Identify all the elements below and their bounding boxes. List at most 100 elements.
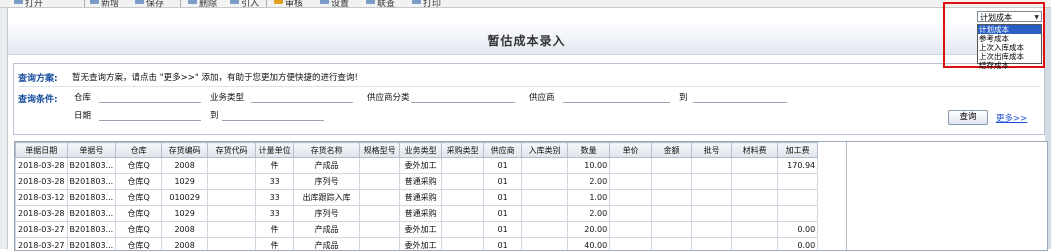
table-cell[interactable]: B201803... <box>67 158 116 174</box>
table-cell[interactable]: 仓库Q <box>116 174 162 190</box>
table-cell[interactable] <box>652 158 692 174</box>
table-cell[interactable]: 33 <box>256 174 294 190</box>
column-header[interactable]: 单价 <box>610 143 652 158</box>
column-header[interactable]: 批号 <box>692 143 732 158</box>
table-cell[interactable] <box>522 158 568 174</box>
table-cell[interactable]: 1029 <box>162 174 208 190</box>
table-cell[interactable]: 普通采购 <box>400 190 442 206</box>
table-cell[interactable]: 33 <box>256 190 294 206</box>
table-cell[interactable]: 委外加工 <box>400 158 442 174</box>
table-row[interactable]: 2018-03-12B201803...仓库Q010029 33出库跟踪入库 普通采… <box>16 190 818 206</box>
toolbar-delete-button[interactable]: 删除 <box>188 0 217 6</box>
table-cell[interactable]: 2.00 <box>568 206 610 222</box>
table-cell[interactable] <box>360 206 400 222</box>
table-cell[interactable]: 2018-03-27 <box>16 222 68 238</box>
toolbar-save-button[interactable]: 保存 <box>135 0 164 6</box>
column-header[interactable]: 业务类型 <box>400 143 442 158</box>
table-cell[interactable] <box>360 174 400 190</box>
table-cell[interactable]: 01 <box>484 190 522 206</box>
table-cell[interactable]: 普通采购 <box>400 174 442 190</box>
table-cell[interactable]: 01 <box>484 222 522 238</box>
table-cell[interactable]: B201803... <box>67 222 116 238</box>
table-cell[interactable] <box>692 190 732 206</box>
column-header[interactable]: 存货编码 <box>162 143 208 158</box>
column-header[interactable]: 数量 <box>568 143 610 158</box>
table-cell[interactable]: 20.00 <box>568 222 610 238</box>
column-header[interactable]: 金额 <box>652 143 692 158</box>
table-cell[interactable] <box>208 174 256 190</box>
toolbar-open-button[interactable]: 打开 <box>14 0 43 6</box>
table-cell[interactable] <box>778 174 818 190</box>
table-cell[interactable] <box>360 222 400 238</box>
column-header[interactable]: 仓库 <box>116 143 162 158</box>
table-row[interactable]: 2018-03-28B201803...仓库Q102933序列号普通采购012.… <box>16 206 818 222</box>
table-cell[interactable] <box>208 190 256 206</box>
table-cell[interactable] <box>610 222 652 238</box>
table-cell[interactable] <box>732 190 778 206</box>
table-cell[interactable]: B201803... <box>67 174 116 190</box>
table-cell[interactable]: 仓库Q <box>116 158 162 174</box>
toolbar-new-button[interactable]: 新增 <box>90 0 119 6</box>
table-cell[interactable]: 010029 <box>162 190 208 206</box>
table-cell[interactable]: 出库跟踪入库 <box>294 190 360 206</box>
table-cell[interactable]: 2008 <box>162 222 208 238</box>
cost-type-option[interactable]: 参考成本 <box>978 34 1041 43</box>
table-row[interactable]: 2018-03-28B201803...仓库Q102933序列号普通采购012.… <box>16 174 818 190</box>
table-cell[interactable]: 普通采购 <box>400 206 442 222</box>
supplier-from-input[interactable] <box>563 102 670 103</box>
column-header[interactable]: 供应商 <box>484 143 522 158</box>
table-cell[interactable] <box>610 206 652 222</box>
table-cell[interactable]: 件 <box>256 158 294 174</box>
table-cell[interactable]: 33 <box>256 206 294 222</box>
table-cell[interactable]: 01 <box>484 158 522 174</box>
date-to-input[interactable] <box>222 120 324 121</box>
table-cell[interactable]: 序列号 <box>294 206 360 222</box>
table-cell[interactable]: 1.00 <box>568 190 610 206</box>
table-cell[interactable]: 10.00 <box>568 158 610 174</box>
table-cell[interactable] <box>732 174 778 190</box>
table-cell[interactable]: 01 <box>484 206 522 222</box>
supplier-class-input[interactable] <box>411 102 515 103</box>
biz-type-input[interactable] <box>251 102 353 103</box>
table-cell[interactable] <box>442 190 484 206</box>
table-cell[interactable] <box>442 206 484 222</box>
table-cell[interactable]: 产成品 <box>294 222 360 238</box>
table-cell[interactable] <box>360 190 400 206</box>
table-cell[interactable] <box>652 222 692 238</box>
table-cell[interactable] <box>692 158 732 174</box>
table-cell[interactable]: 2018-03-12 <box>16 190 68 206</box>
table-cell[interactable]: B201803... <box>67 190 116 206</box>
chevron-down-icon[interactable]: ▼ <box>1034 12 1039 23</box>
table-cell[interactable] <box>732 206 778 222</box>
table-cell[interactable]: 2.00 <box>568 174 610 190</box>
table-cell[interactable] <box>778 206 818 222</box>
table-cell[interactable]: 01 <box>484 174 522 190</box>
table-cell[interactable]: 仓库Q <box>116 190 162 206</box>
query-button[interactable]: 查询 <box>948 110 988 125</box>
table-cell[interactable] <box>778 190 818 206</box>
column-header[interactable]: 单据日期 <box>16 143 68 158</box>
table-cell[interactable] <box>732 222 778 238</box>
table-cell[interactable]: 2008 <box>162 158 208 174</box>
table-cell[interactable] <box>610 174 652 190</box>
cost-type-option[interactable]: 结存成本 <box>978 61 1041 70</box>
table-cell[interactable] <box>610 190 652 206</box>
table-cell[interactable] <box>610 158 652 174</box>
cost-type-option[interactable]: 上次入库成本 <box>978 43 1041 52</box>
table-cell[interactable]: 2018-03-28 <box>16 206 68 222</box>
table-cell[interactable] <box>522 174 568 190</box>
table-cell[interactable]: 产成品 <box>294 158 360 174</box>
table-cell[interactable]: 0.00 <box>778 222 818 238</box>
table-cell[interactable]: 170.94 <box>778 158 818 174</box>
cost-type-combobox[interactable]: 计划成本 ▼ <box>977 11 1042 22</box>
table-row[interactable]: 2018-03-27B201803...仓库Q2008件产成品委外加工0120.… <box>16 222 818 238</box>
table-cell[interactable]: 2018-03-28 <box>16 158 68 174</box>
date-from-input[interactable] <box>99 120 201 121</box>
table-cell[interactable] <box>652 206 692 222</box>
table-cell[interactable] <box>208 222 256 238</box>
table-cell[interactable] <box>522 206 568 222</box>
toolbar-link-button[interactable]: 联查 <box>366 0 395 6</box>
warehouse-input[interactable] <box>99 102 201 103</box>
table-cell[interactable] <box>732 158 778 174</box>
table-cell[interactable] <box>442 174 484 190</box>
